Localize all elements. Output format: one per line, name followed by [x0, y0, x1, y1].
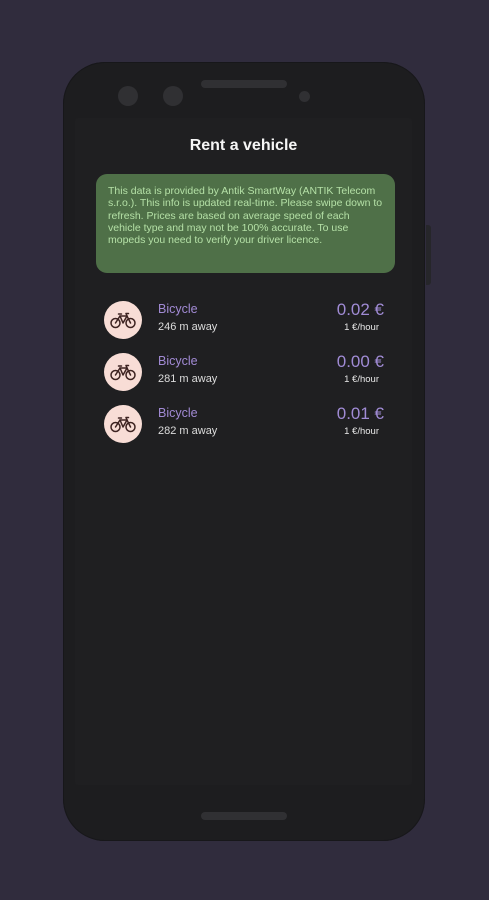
bicycle-icon [104, 301, 142, 339]
vehicle-price: 0.02 € [336, 300, 384, 319]
vehicle-distance: 246 m away [158, 321, 218, 333]
vehicle-list-item[interactable]: Bicycle 246 m away 0.02 € 1 €/hour [104, 300, 384, 341]
vehicle-list-item[interactable]: Bicycle 282 m away 0.01 € 1 €/hour [104, 404, 384, 445]
vehicle-name: Bicycle [158, 406, 198, 420]
page-title: Rent a vehicle [189, 137, 298, 154]
vehicle-rate: 1 €/hour [344, 374, 379, 385]
vehicle-name: Bicycle [158, 354, 198, 368]
front-camera [118, 86, 138, 106]
vehicle-rate: 1 €/hour [344, 426, 379, 437]
vehicle-rate: 1 €/hour [344, 322, 379, 333]
vehicle-list-item[interactable]: Bicycle 281 m away 0.00 € 1 €/hour [104, 352, 384, 393]
info-notice: This data is provided by Antik SmartWay … [96, 174, 395, 273]
vehicle-distance: 281 m away [158, 373, 218, 385]
proximity-sensor [299, 91, 310, 102]
vehicle-distance: 282 m away [158, 425, 218, 437]
bicycle-icon [104, 353, 142, 391]
front-camera-secondary [163, 86, 183, 106]
vehicle-name: Bicycle [158, 302, 198, 316]
vehicle-price: 0.00 € [336, 352, 384, 371]
bicycle-icon [104, 405, 142, 443]
earpiece-speaker [201, 80, 287, 88]
power-button [426, 225, 431, 285]
vehicle-price: 0.01 € [336, 404, 384, 423]
bottom-speaker [201, 812, 287, 820]
app-screen: Rent a vehicle This data is provided by … [75, 118, 412, 785]
